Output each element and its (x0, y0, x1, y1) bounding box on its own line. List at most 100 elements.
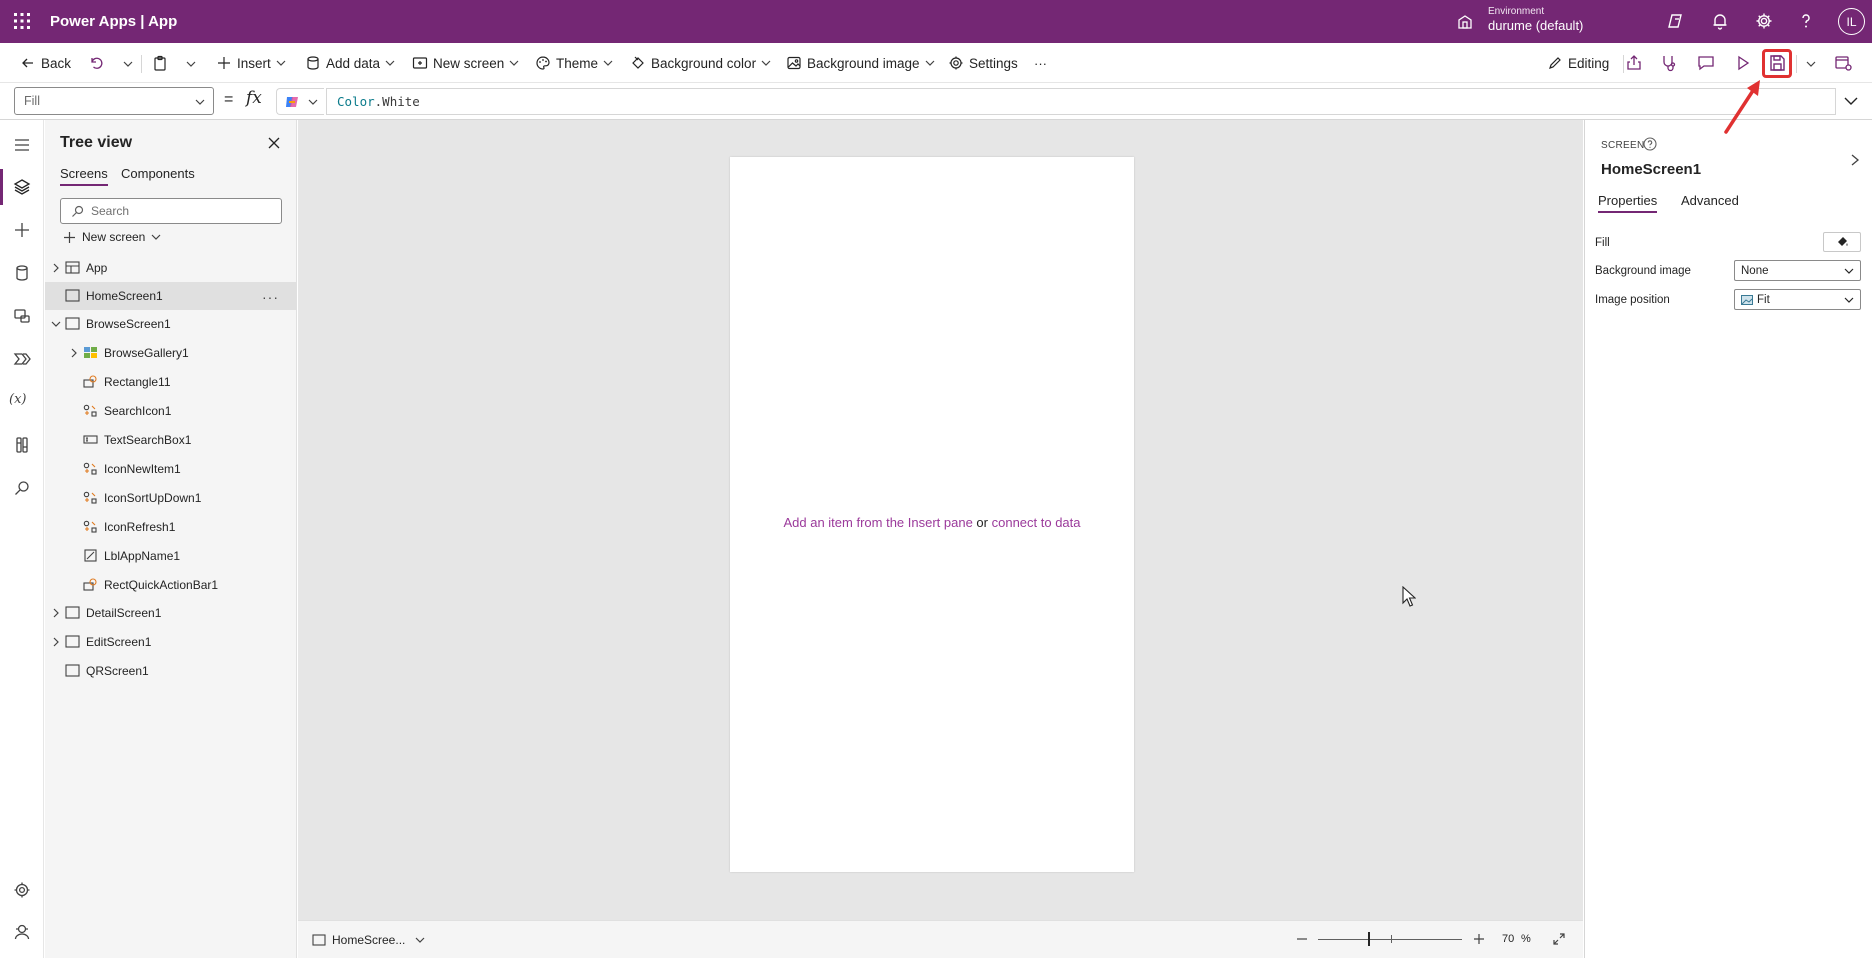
tab-properties[interactable]: Properties (1598, 193, 1658, 213)
expand-formula-chevron-icon[interactable] (1843, 95, 1859, 107)
tree-item-detailscreen1[interactable]: DetailScreen1 (45, 599, 296, 627)
paste-icon[interactable] (152, 55, 168, 71)
tab-screens[interactable]: Screens (60, 166, 108, 186)
more-commands-button[interactable]: ··· (1034, 43, 1047, 83)
gear-icon (949, 56, 963, 70)
background-image-dropdown[interactable]: None (1734, 260, 1861, 281)
tree-item-app[interactable]: App (45, 254, 296, 282)
connect-to-data-link[interactable]: connect to data (992, 515, 1081, 530)
insert-button[interactable]: Insert (216, 43, 286, 83)
theme-button[interactable]: Theme (535, 43, 613, 83)
chevron-down-icon (603, 60, 613, 66)
tree-item-iconsortupdown1[interactable]: IconSortUpDown1 (45, 484, 296, 512)
virtual-agent-icon[interactable] (12, 922, 32, 942)
settings-button[interactable]: Settings (948, 43, 1018, 83)
chevron-right-icon[interactable] (51, 608, 61, 618)
undo-icon[interactable] (88, 55, 104, 71)
help-circle-icon[interactable] (1643, 137, 1657, 151)
search-icon[interactable] (12, 478, 32, 498)
new-screen-button[interactable]: New screen (412, 43, 519, 83)
copilot-formula-button[interactable] (276, 88, 324, 115)
tree-item-textsearchbox1[interactable]: TextSearchBox1 (45, 426, 296, 454)
publish-icon[interactable] (1833, 53, 1853, 73)
tree-item-browsegallery1[interactable]: BrowseGallery1 (45, 339, 296, 367)
app-checker-icon[interactable] (1659, 53, 1679, 73)
power-automate-icon[interactable] (12, 349, 32, 369)
user-avatar[interactable]: IL (1838, 8, 1865, 35)
zoom-in-icon[interactable] (1472, 932, 1486, 946)
comments-icon[interactable] (1696, 53, 1716, 73)
formula-input[interactable]: Color .White (326, 88, 1836, 115)
tree-item-iconnewitem1[interactable]: IconNewItem1 (45, 455, 296, 483)
screen-icon (65, 635, 80, 648)
zoom-slider-track[interactable] (1318, 939, 1462, 940)
advanced-tools-icon[interactable] (12, 435, 32, 455)
tree-item-iconrefresh1[interactable]: IconRefresh1 (45, 513, 296, 541)
fit-to-window-icon[interactable] (1551, 931, 1567, 947)
add-data-button[interactable]: Add data (305, 43, 395, 83)
image-position-dropdown[interactable]: Fit (1734, 289, 1861, 310)
tab-components[interactable]: Components (121, 166, 195, 184)
tree-item-editscreen1[interactable]: EditScreen1 (45, 628, 296, 656)
screen-picker-dropdown[interactable]: HomeScree... (312, 933, 425, 947)
data-cylinder-icon[interactable] (12, 263, 32, 283)
chevron-right-icon[interactable] (1849, 153, 1861, 167)
environment-name[interactable]: durume (default) (1488, 18, 1583, 33)
gear-icon[interactable] (1754, 11, 1774, 31)
undo-dropdown-chevron-icon[interactable] (123, 59, 133, 69)
tree-view-nav[interactable] (0, 169, 32, 205)
close-icon[interactable] (267, 136, 281, 150)
editing-mode-button[interactable]: Editing (1547, 43, 1609, 83)
zoom-out-icon[interactable] (1295, 932, 1309, 946)
insert-plus-icon[interactable] (12, 220, 32, 240)
property-dropdown[interactable]: Fill (14, 87, 214, 115)
tree-search-input[interactable]: Search (60, 198, 282, 224)
fill-color-picker[interactable] (1823, 232, 1861, 252)
media-icon[interactable] (12, 306, 32, 326)
tree-item-rectquickactionbar1[interactable]: RectQuickActionBar1 (45, 571, 296, 599)
tree-new-screen-button[interactable]: New screen (63, 230, 161, 244)
help-icon[interactable] (1796, 11, 1816, 31)
variables-icon[interactable]: (x) (9, 392, 35, 412)
tree-item-homescreen1[interactable]: HomeScreen1 ··· (45, 282, 296, 310)
chevron-down-icon (308, 99, 318, 105)
app-launcher-icon[interactable] (12, 11, 32, 31)
back-button[interactable]: Back (20, 43, 71, 83)
chevron-down-icon[interactable] (51, 319, 61, 329)
formula-bar: Fill = fx Color .White (0, 83, 1872, 120)
copilot-icon[interactable] (1666, 11, 1686, 31)
tree-item-lblappname1[interactable]: LblAppName1 (45, 542, 296, 570)
tree-view-title: Tree view (60, 134, 133, 151)
share-icon[interactable] (1624, 53, 1644, 73)
tree-item-qrscreen1[interactable]: QRScreen1 (45, 657, 296, 685)
zoom-value[interactable]: 70 (1502, 933, 1514, 945)
mouse-cursor-icon (1402, 586, 1416, 607)
settings-label: Settings (969, 55, 1018, 71)
tab-advanced[interactable]: Advanced (1681, 193, 1739, 211)
insert-pane-link[interactable]: Add an item from the Insert pane (783, 515, 972, 530)
background-image-button[interactable]: Background image (786, 43, 935, 83)
play-icon[interactable] (1733, 53, 1753, 73)
environment-icon[interactable] (1456, 13, 1474, 31)
bell-icon[interactable] (1710, 11, 1730, 31)
save-dropdown-chevron-icon[interactable] (1806, 59, 1816, 69)
zoom-slider-thumb[interactable] (1368, 932, 1370, 946)
new-screen-label: New screen (433, 55, 505, 71)
chevron-down-icon (925, 60, 935, 66)
hamburger-menu-icon[interactable] (12, 135, 32, 155)
settings-gear-icon[interactable] (12, 880, 32, 900)
tree-item-searchicon1[interactable]: SearchIcon1 (45, 397, 296, 425)
chevron-right-icon[interactable] (51, 263, 61, 273)
app-screen-canvas[interactable]: Add an item from the Insert pane or conn… (730, 157, 1134, 872)
zoom-slider-midpoint (1391, 935, 1392, 943)
tree-item-rectangle11[interactable]: Rectangle11 (45, 368, 296, 396)
canvas-area: Add an item from the Insert pane or conn… (298, 120, 1583, 920)
control-name[interactable]: HomeScreen1 (1601, 161, 1701, 178)
chevron-down-icon (385, 60, 395, 66)
tree-item-browsescreen1[interactable]: BrowseScreen1 (45, 310, 296, 338)
paste-dropdown-chevron-icon[interactable] (186, 59, 196, 69)
more-options-icon[interactable]: ··· (262, 289, 279, 305)
chevron-right-icon[interactable] (51, 637, 61, 647)
chevron-right-icon[interactable] (69, 348, 79, 358)
background-color-button[interactable]: Background color (630, 43, 771, 83)
